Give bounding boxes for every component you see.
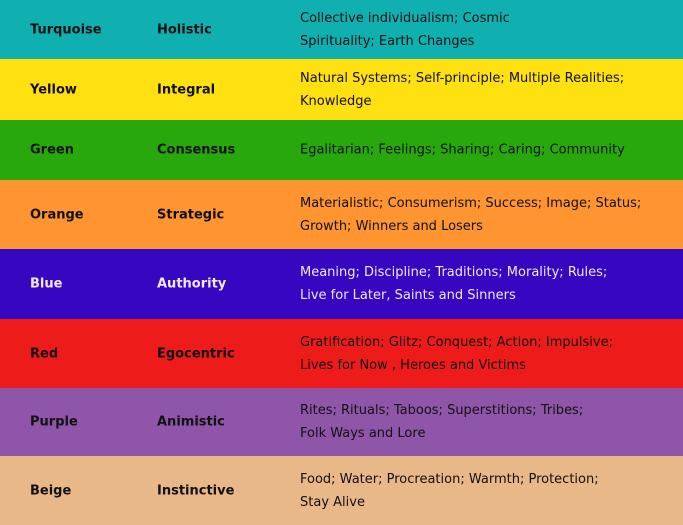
description-cell: Natural Systems; Self-principle; Multipl…	[300, 67, 670, 113]
color-name-cell: Yellow	[30, 82, 77, 97]
description-cell: Collective individualism; Cosmic Spiritua…	[300, 7, 670, 53]
description-cell: Gratification; Glitz; Conquest; Action; …	[300, 331, 670, 377]
stage-name-cell: Strategic	[157, 207, 225, 222]
description-line: Gratification; Glitz; Conquest; Action; …	[300, 334, 613, 350]
description-line: Spirituality; Earth Changes	[300, 33, 475, 49]
description-line: Collective individualism; Cosmic	[300, 10, 510, 26]
table-row-yellow: Yellow Integral Natural Systems; Self-prin…	[0, 59, 683, 120]
color-name-cell: Red	[30, 346, 59, 361]
description-cell: Food; Water; Procreation; Warmth; Protec…	[300, 468, 670, 514]
description-line: Rites; Rituals; Taboos; Superstitions; T…	[300, 403, 584, 418]
color-name-cell: Orange	[30, 207, 84, 222]
color-stage-table: Turquoise Holistic Collective individualis…	[0, 0, 683, 525]
description-cell: Egalitarian; Feelings; Sharing; Caring; …	[300, 139, 670, 162]
color-name-cell: Purple	[30, 414, 78, 430]
stage-name-cell: Instinctive	[157, 483, 235, 498]
description-line: Food; Water; Procreation; Warmth; Protec…	[300, 471, 599, 487]
table-row-green: Green Consensus Egalitarian; Feelings; Sha…	[0, 120, 683, 180]
color-name-cell: Blue	[30, 276, 63, 292]
table-row-purple: Purple Animistic Rites; Rituals; Taboos; S…	[0, 388, 683, 456]
stage-name-cell: Egocentric	[157, 346, 235, 361]
stage-name-cell: Consensus	[157, 142, 236, 158]
table-row-red: Red Egocentric Gratification; Glitz; Conqu…	[0, 319, 683, 388]
description-line: Growth; Winners and Losers	[300, 218, 483, 234]
description-line: Egalitarian; Feelings; Sharing; Caring; …	[300, 142, 625, 158]
stage-name-cell: Integral	[157, 82, 216, 97]
description-cell: Rites; Rituals; Taboos; Superstitions; T…	[300, 399, 670, 445]
color-name-cell: Beige	[30, 483, 72, 498]
description-line: Materialistic; Consumerism; Success; Ima…	[300, 195, 642, 211]
description-line: Folk Ways and Lore	[300, 426, 426, 441]
table-row-orange: Orange Strategic Materialistic; Consumeris…	[0, 180, 683, 249]
description-line: Live for Later, Saints and Sinners	[300, 288, 516, 303]
color-name-cell: Turquoise	[30, 22, 102, 37]
color-name-cell: Green	[30, 142, 74, 158]
table-row-turquoise: Turquoise Holistic Collective individualis…	[0, 0, 683, 59]
description-line: Stay Alive	[300, 494, 365, 510]
stage-name-cell: Authority	[157, 276, 227, 292]
description-line: Meaning; Discipline; Traditions; Moralit…	[300, 265, 608, 280]
description-cell: Materialistic; Consumerism; Success; Ima…	[300, 192, 670, 238]
description-line: Lives for Now , Heroes and Victims	[300, 357, 526, 373]
description-cell: Meaning; Discipline; Traditions; Moralit…	[300, 261, 670, 307]
table-row-blue: Blue Authority Meaning; Discipline; Tradit…	[0, 249, 683, 319]
description-line: Natural Systems; Self-principle; Multipl…	[300, 70, 625, 86]
stage-name-cell: Animistic	[157, 414, 225, 430]
description-line: Knowledge	[300, 93, 372, 109]
stage-name-cell: Holistic	[157, 22, 212, 37]
table-row-beige: Beige Instinctive Food; Water; Procreation…	[0, 456, 683, 525]
